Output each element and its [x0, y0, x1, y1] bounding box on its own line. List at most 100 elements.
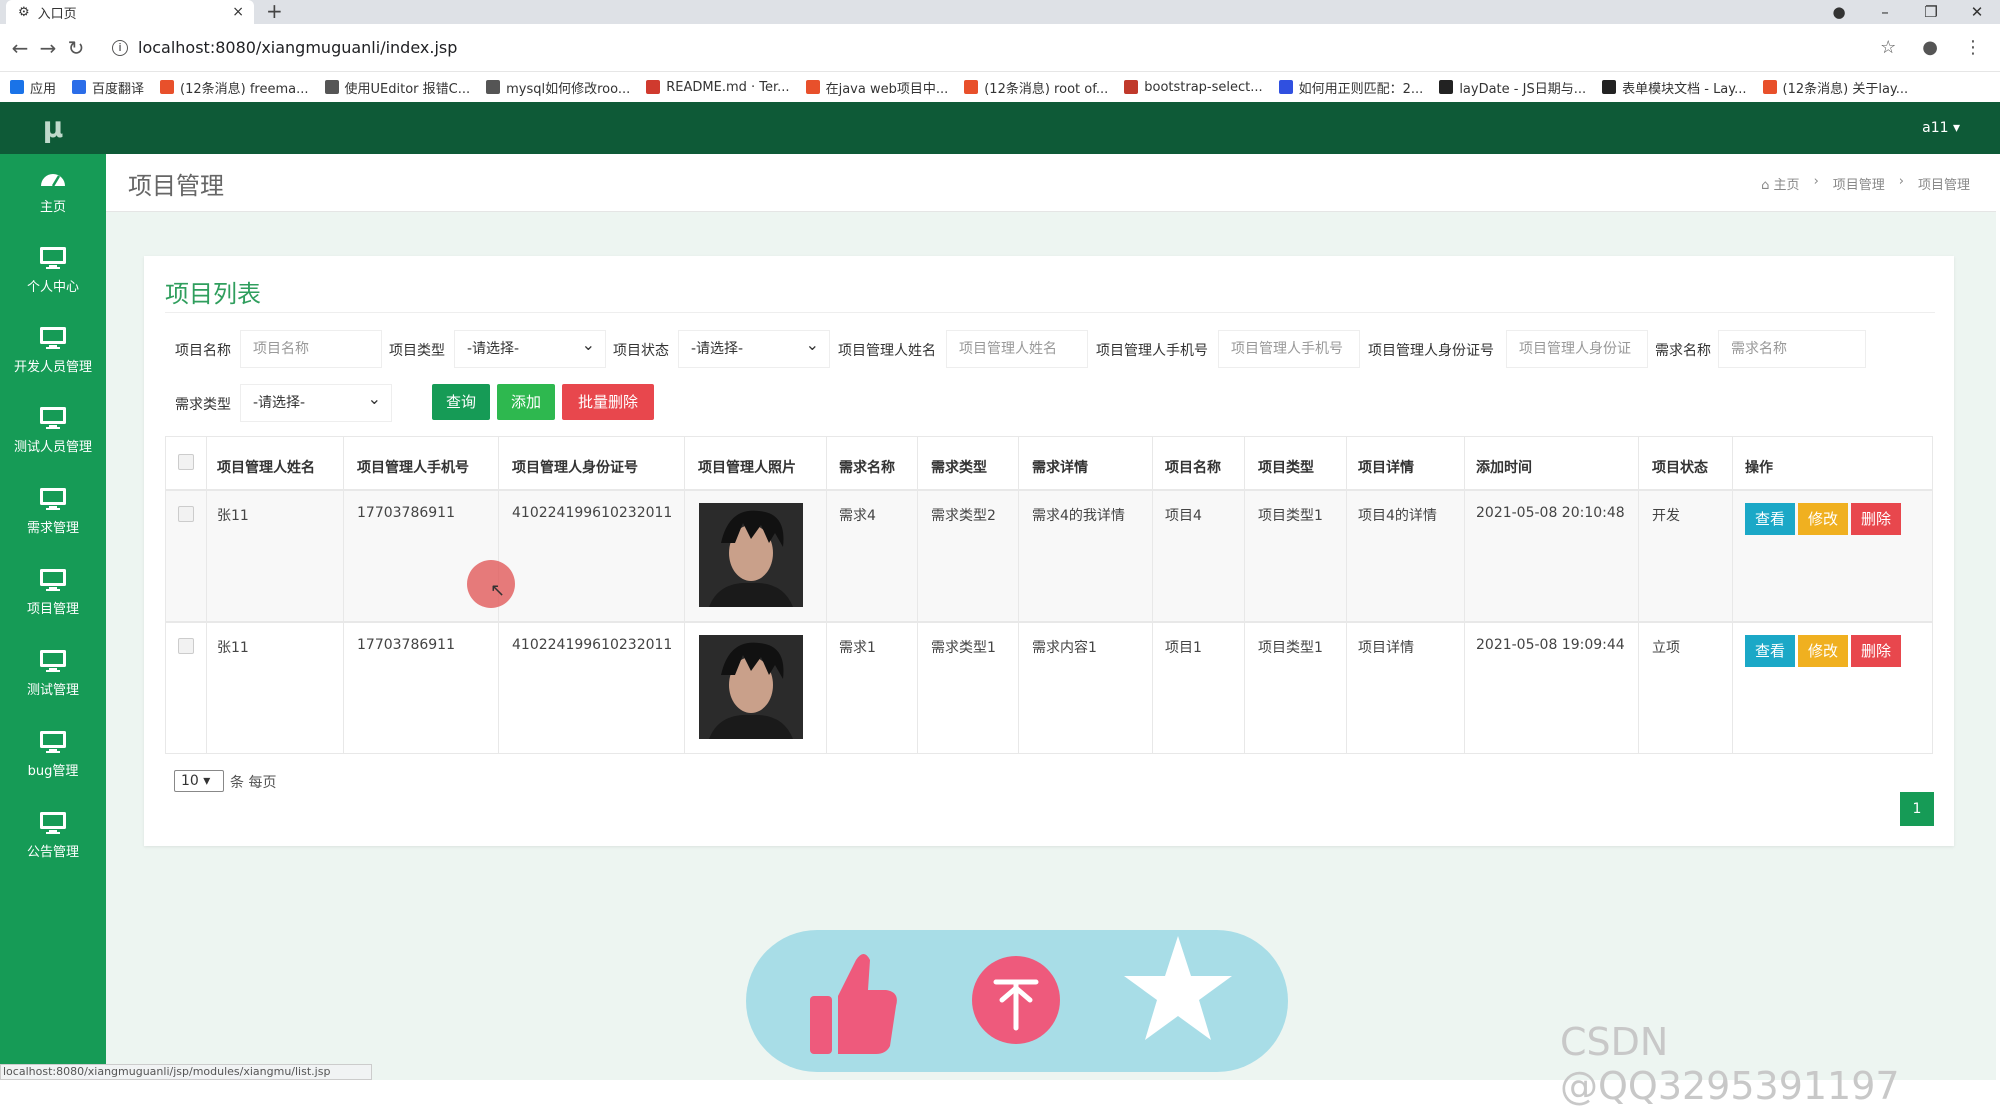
- row-checkbox[interactable]: [178, 638, 194, 654]
- breadcrumb-home[interactable]: ⌂ 主页: [1761, 174, 1799, 193]
- sidebar-item-label: 需求管理: [26, 521, 79, 536]
- requirement-name-input[interactable]: 需求名称: [1718, 330, 1866, 368]
- project-type-select[interactable]: -请选择-: [454, 327, 606, 368]
- url-field[interactable]: i localhost:8080/xiangmuguanli/index.jsp: [112, 38, 457, 57]
- sidebar-item-6[interactable]: 项目管理: [0, 568, 106, 617]
- coin-icon[interactable]: [972, 956, 1060, 1044]
- bookmark-item[interactable]: 如何用正则匹配：2...: [1278, 78, 1423, 97]
- pagination-page-1[interactable]: 1: [1900, 792, 1934, 826]
- bookmark-item[interactable]: README.md · Ter...: [646, 80, 790, 95]
- address-bar: ← → ↻ i localhost:8080/xiangmuguanli/ind…: [0, 24, 2000, 72]
- sidebar-item-2[interactable]: 个人中心: [0, 246, 106, 295]
- panel-title: 项目列表: [165, 280, 261, 308]
- requirement-type-select[interactable]: -请选择-: [240, 381, 392, 422]
- delete-button[interactable]: 删除: [1851, 635, 1901, 667]
- sidebar-item-1[interactable]: 主页: [0, 166, 106, 215]
- sidebar-item-8[interactable]: bug管理: [0, 730, 106, 779]
- manager-id-input[interactable]: 项目管理人身份证: [1506, 330, 1648, 368]
- requirement-type-label: 需求类型: [175, 397, 231, 413]
- account-circle-icon[interactable]: ●: [1816, 3, 1862, 21]
- cell-proj: 项目4: [1165, 508, 1202, 524]
- column-header: 项目类型: [1258, 460, 1314, 476]
- back-icon[interactable]: ←: [6, 36, 34, 60]
- search-button[interactable]: 查询: [432, 384, 490, 420]
- profile-icon[interactable]: ●: [1922, 37, 1938, 58]
- top-navbar: [106, 102, 2000, 154]
- new-tab-button[interactable]: +: [266, 0, 283, 22]
- manager-phone-input[interactable]: 项目管理人手机号: [1218, 330, 1360, 368]
- cell-proj_type: 项目类型1: [1258, 508, 1323, 524]
- bookmark-item[interactable]: 使用UEditor 报错C...: [324, 78, 470, 97]
- minimize-button[interactable]: –: [1862, 3, 1908, 21]
- breadcrumb-separator: ›: [1813, 174, 1819, 189]
- project-name-input[interactable]: 项目名称: [240, 330, 382, 368]
- bookmark-item[interactable]: layDate - JS日期与...: [1439, 78, 1586, 97]
- sidebar-item-3[interactable]: 开发人员管理: [0, 326, 106, 375]
- view-button[interactable]: 查看: [1745, 503, 1795, 535]
- url-text: localhost:8080/xiangmuguanli/index.jsp: [138, 38, 458, 57]
- forward-icon[interactable]: →: [34, 36, 62, 60]
- select-all-checkbox[interactable]: [178, 454, 194, 470]
- sidebar-item-9[interactable]: 公告管理: [0, 811, 106, 860]
- thumbs-up-icon[interactable]: [810, 954, 897, 1054]
- column-divider: [826, 436, 827, 754]
- page-header: [106, 154, 1996, 212]
- edit-button[interactable]: 修改: [1798, 503, 1848, 535]
- edit-button[interactable]: 修改: [1798, 635, 1848, 667]
- cell-idcard: 410224199610232011: [512, 505, 673, 521]
- browser-tab[interactable]: ⚙ 入口页 ×: [6, 0, 254, 24]
- app-logo: μ: [0, 102, 106, 154]
- cell-req_detail: 需求4的我详情: [1032, 508, 1125, 524]
- bookmark-star-icon[interactable]: ☆: [1880, 37, 1896, 58]
- bookmark-item[interactable]: 表单模块文档 - Lay...: [1602, 78, 1747, 97]
- delete-button[interactable]: 删除: [1851, 503, 1901, 535]
- site-info-icon[interactable]: i: [112, 39, 128, 56]
- bookmark-item[interactable]: (12条消息) freema...: [160, 78, 309, 97]
- sidebar-item-4[interactable]: 测试人员管理: [0, 406, 106, 455]
- bookmark-item[interactable]: bootstrap-select...: [1124, 80, 1263, 95]
- restore-button[interactable]: ❐: [1908, 3, 1954, 21]
- tab-close-icon[interactable]: ×: [232, 4, 244, 20]
- watermark: CSDN @QQ3295391197: [1560, 1020, 1900, 1108]
- close-window-button[interactable]: ✕: [1954, 3, 2000, 21]
- sidebar-item-label: 项目管理: [26, 602, 79, 617]
- bookmark-item[interactable]: (12条消息) root of...: [964, 78, 1108, 97]
- bookmark-label: mysql如何修改roo...: [506, 81, 631, 97]
- bookmark-item[interactable]: 应用: [10, 78, 56, 97]
- menu-dots-icon[interactable]: ⋮: [1964, 37, 1982, 58]
- divider: [165, 312, 1935, 313]
- sidebar-item-label: bug管理: [27, 764, 79, 779]
- bookmark-item[interactable]: (12条消息) 关于lay...: [1762, 78, 1909, 97]
- monitor-icon: [40, 327, 66, 349]
- sidebar-item-5[interactable]: 需求管理: [0, 487, 106, 536]
- add-button[interactable]: 添加: [497, 384, 555, 420]
- bookmark-item[interactable]: 在java web项目中...: [805, 78, 948, 97]
- bookmark-label: 表单模块文档 - Lay...: [1622, 81, 1747, 97]
- user-menu[interactable]: a11 ▾: [1922, 102, 1960, 154]
- column-header: 项目管理人照片: [698, 460, 796, 476]
- star-icon[interactable]: [1124, 936, 1232, 1040]
- bookmark-favicon-icon: [964, 80, 979, 94]
- manager-phone-label: 项目管理人手机号: [1096, 343, 1208, 359]
- project-status-select[interactable]: -请选择-: [678, 327, 830, 368]
- reload-icon[interactable]: ↻: [62, 36, 90, 60]
- manager-name-input[interactable]: 项目管理人姓名: [946, 330, 1088, 368]
- sidebar-item-7[interactable]: 测试管理: [0, 649, 106, 698]
- batch-delete-button[interactable]: 批量删除: [562, 384, 654, 420]
- cell-req_type: 需求类型2: [931, 508, 996, 524]
- column-header: 项目管理人姓名: [217, 460, 315, 476]
- view-button[interactable]: 查看: [1745, 635, 1795, 667]
- apps-grid-icon: [10, 80, 24, 94]
- column-divider: [917, 436, 918, 754]
- column-header: 需求类型: [931, 460, 987, 476]
- column-divider: [1346, 436, 1347, 754]
- breadcrumb-item[interactable]: 项目管理: [1833, 174, 1885, 193]
- column-header: 项目详情: [1358, 460, 1414, 476]
- bookmark-label: (12条消息) 关于lay...: [1782, 81, 1909, 97]
- page-size-select[interactable]: 10 ▾: [174, 770, 224, 792]
- bookmark-item[interactable]: 百度翻译: [72, 78, 144, 97]
- column-header: 需求详情: [1032, 460, 1088, 476]
- row-checkbox[interactable]: [178, 506, 194, 522]
- bookmark-item[interactable]: mysql如何修改roo...: [486, 78, 630, 97]
- cell-proj_detail: 项目详情: [1358, 640, 1414, 656]
